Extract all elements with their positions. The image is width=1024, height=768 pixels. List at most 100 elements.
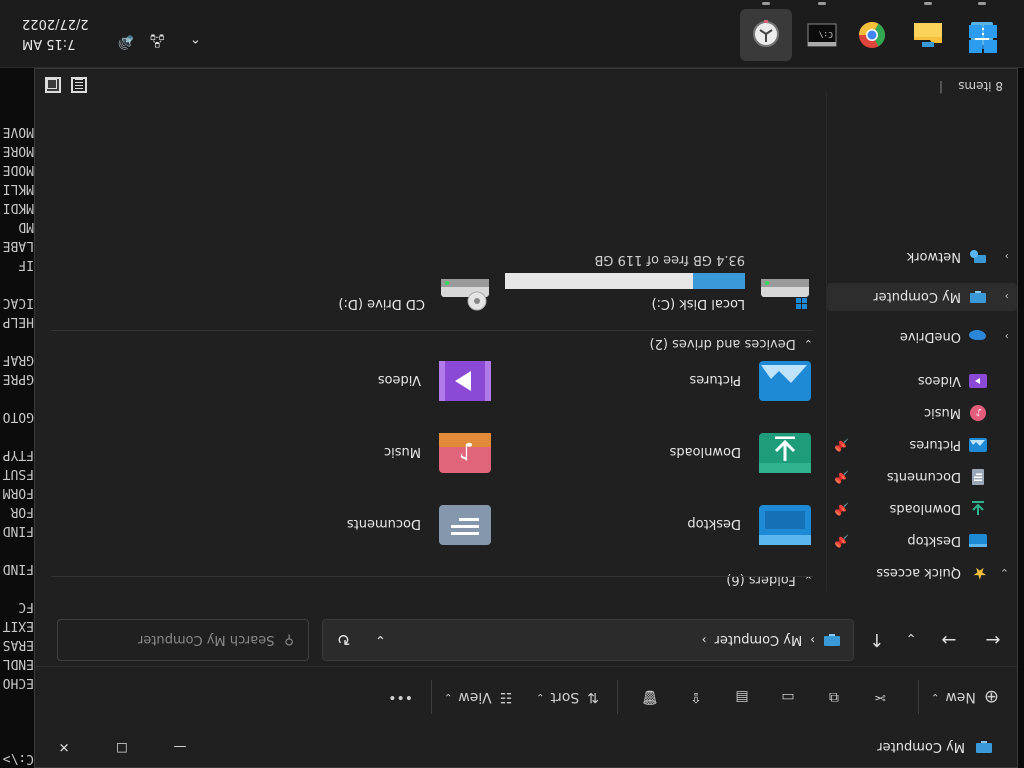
- divider: [917, 680, 919, 714]
- sidebar-item-music[interactable]: ♪ Music: [827, 399, 1017, 427]
- sidebar-item-my-computer[interactable]: › My Computer: [827, 283, 1017, 311]
- sidebar-item-desktop[interactable]: Desktop 📌: [827, 527, 1017, 555]
- rename-button[interactable]: ▤: [722, 679, 762, 715]
- volume-icon[interactable]: 🔊: [118, 34, 134, 49]
- section-divider: [51, 330, 813, 331]
- chevron-down-icon: ⌄: [930, 691, 940, 703]
- sidebar-item-network[interactable]: › Network: [827, 243, 1017, 271]
- minimize-button[interactable]: —: [151, 727, 209, 767]
- window-title: My Computer: [877, 739, 965, 755]
- chevron-down-icon: ⌄: [443, 691, 453, 703]
- status-bar: 8 items |: [35, 69, 1017, 99]
- paste-button[interactable]: ▭: [768, 679, 808, 715]
- documents-folder-icon: [972, 469, 984, 485]
- address-path[interactable]: My Computer: [715, 633, 803, 648]
- chevron-down-icon: ⌄: [536, 691, 545, 703]
- terminal-line: EXIT: [2, 618, 34, 633]
- folder-name: Pictures: [689, 372, 741, 387]
- file-explorer-window: My Computer — ☐ ✕ ⊕ New ⌄ ✂ ⧉ ▭ ▤ ⇪ 🗑 ⇅ …: [34, 68, 1018, 768]
- maximize-button[interactable]: ☐: [93, 727, 151, 767]
- folder-tile-music[interactable]: ♪ Music: [263, 407, 493, 477]
- clock-area[interactable]: 7:15 AM 2/27/2022: [22, 13, 89, 53]
- file-explorer-taskbar-button[interactable]: [902, 9, 954, 61]
- search-box[interactable]: ⚲ Search My Computer: [57, 619, 309, 661]
- close-button[interactable]: ✕: [35, 727, 93, 767]
- show-hidden-icons-button[interactable]: ⌃: [190, 30, 201, 45]
- chevron-right-icon[interactable]: ›: [1005, 291, 1009, 304]
- copy-button[interactable]: ⧉: [814, 679, 854, 715]
- terminal-line: LABE: [2, 238, 34, 253]
- folder-tile-videos[interactable]: Videos: [263, 335, 493, 405]
- forward-button[interactable]: →: [935, 625, 963, 653]
- folders-section-header[interactable]: ⌄ Folders (6): [726, 572, 813, 587]
- svg-text:C:\: C:\: [818, 30, 833, 39]
- plus-icon: ⊕: [983, 686, 999, 708]
- windows-logo-icon: [969, 25, 997, 53]
- terminal-line: IF: [18, 257, 34, 272]
- folders-header-label: Folders (6): [726, 572, 796, 587]
- computer-icon: [976, 741, 992, 753]
- folder-tile-documents[interactable]: Documents: [263, 479, 493, 549]
- terminal-line: FSUT: [2, 466, 34, 481]
- terminal-line: MD: [18, 219, 34, 234]
- items-count: 8 items: [958, 79, 1003, 93]
- sidebar-item-videos[interactable]: Videos: [827, 367, 1017, 395]
- share-button[interactable]: ⇪: [676, 679, 716, 715]
- more-options-button[interactable]: •••: [388, 679, 413, 715]
- content-pane: ⌄ Folders (6) Desktop Downloads Pictures…: [43, 91, 813, 591]
- sidebar-item-pictures[interactable]: Pictures 📌: [827, 431, 1017, 459]
- drive-tile-local-disk[interactable]: Local Disk (C:) 93.4 GB free of 119 GB: [493, 241, 813, 311]
- back-button[interactable]: ←: [979, 625, 1007, 653]
- chevron-down-icon: ⌄: [803, 337, 813, 350]
- cut-button[interactable]: ✂: [860, 679, 900, 715]
- folder-tile-downloads[interactable]: Downloads: [583, 407, 813, 477]
- terminal-taskbar-button[interactable]: C:\: [796, 9, 848, 61]
- new-button[interactable]: ⊕ New ⌄: [931, 679, 999, 715]
- recent-locations-button[interactable]: ⌄: [897, 625, 925, 653]
- file-explorer-icon: [914, 23, 942, 47]
- music-folder-icon: ♪: [439, 433, 491, 473]
- chrome-taskbar-button[interactable]: [846, 9, 898, 61]
- divider: [430, 680, 432, 714]
- background-terminal: C:\> ECHO ENDL ERAS EXIT FC FIND FIND FOR FORM FSU…: [0, 68, 34, 768]
- sidebar-item-quick-access[interactable]: ⌄ ★ Quick access: [827, 559, 1017, 587]
- chevron-right-icon[interactable]: ›: [1005, 251, 1009, 264]
- pin-icon: 📌: [834, 502, 849, 516]
- scissors-icon: ✂: [874, 689, 886, 705]
- details-view-button[interactable]: [71, 77, 87, 93]
- downloads-folder-icon: [759, 433, 811, 473]
- chevron-down-icon[interactable]: ⌄: [1000, 567, 1009, 580]
- folder-name: Documents: [346, 516, 421, 531]
- clock-app-taskbar-button[interactable]: [740, 9, 792, 61]
- terminal-line: ICAC: [2, 295, 34, 310]
- folder-name: Downloads: [669, 444, 741, 459]
- terminal-line: ERAS: [2, 637, 34, 652]
- up-button[interactable]: ↑: [863, 625, 891, 653]
- drive-tile-cd-drive[interactable]: CD Drive (D:): [173, 241, 493, 311]
- sidebar-item-documents[interactable]: Documents 📌: [827, 463, 1017, 491]
- sidebar-item-downloads[interactable]: Downloads 📌: [827, 495, 1017, 523]
- sort-button[interactable]: ⇅ Sort ⌄: [536, 679, 599, 715]
- terminal-line: ENDL: [2, 656, 34, 671]
- folder-tile-desktop[interactable]: Desktop: [583, 479, 813, 549]
- refresh-icon[interactable]: ↻: [337, 631, 350, 650]
- sidebar-label: OneDrive: [899, 329, 961, 345]
- command-bar: ⊕ New ⌄ ✂ ⧉ ▭ ▤ ⇪ 🗑 ⇅ Sort ⌄ ☷ View ⌄ ••…: [35, 666, 1017, 727]
- folder-name: Music: [384, 444, 421, 459]
- sidebar-label: Music: [924, 405, 961, 421]
- pane-divider[interactable]: [826, 91, 827, 591]
- view-button[interactable]: ☷ View ⌄: [444, 679, 512, 715]
- sidebar-item-onedrive[interactable]: › OneDrive: [827, 323, 1017, 351]
- delete-button[interactable]: 🗑: [630, 679, 670, 715]
- running-indicator: [924, 2, 932, 5]
- devices-section-header[interactable]: ⌄ Devices and drives (2): [650, 336, 813, 351]
- running-indicator: [818, 2, 826, 5]
- address-dropdown-icon[interactable]: ⌄: [375, 633, 386, 648]
- tiles-view-button[interactable]: [45, 77, 61, 93]
- address-bar[interactable]: › My Computer › ⌄ ↻: [322, 619, 854, 661]
- chevron-right-icon[interactable]: ›: [1005, 331, 1009, 344]
- computer-icon: [970, 291, 986, 303]
- network-status-icon[interactable]: 🖧: [150, 27, 165, 49]
